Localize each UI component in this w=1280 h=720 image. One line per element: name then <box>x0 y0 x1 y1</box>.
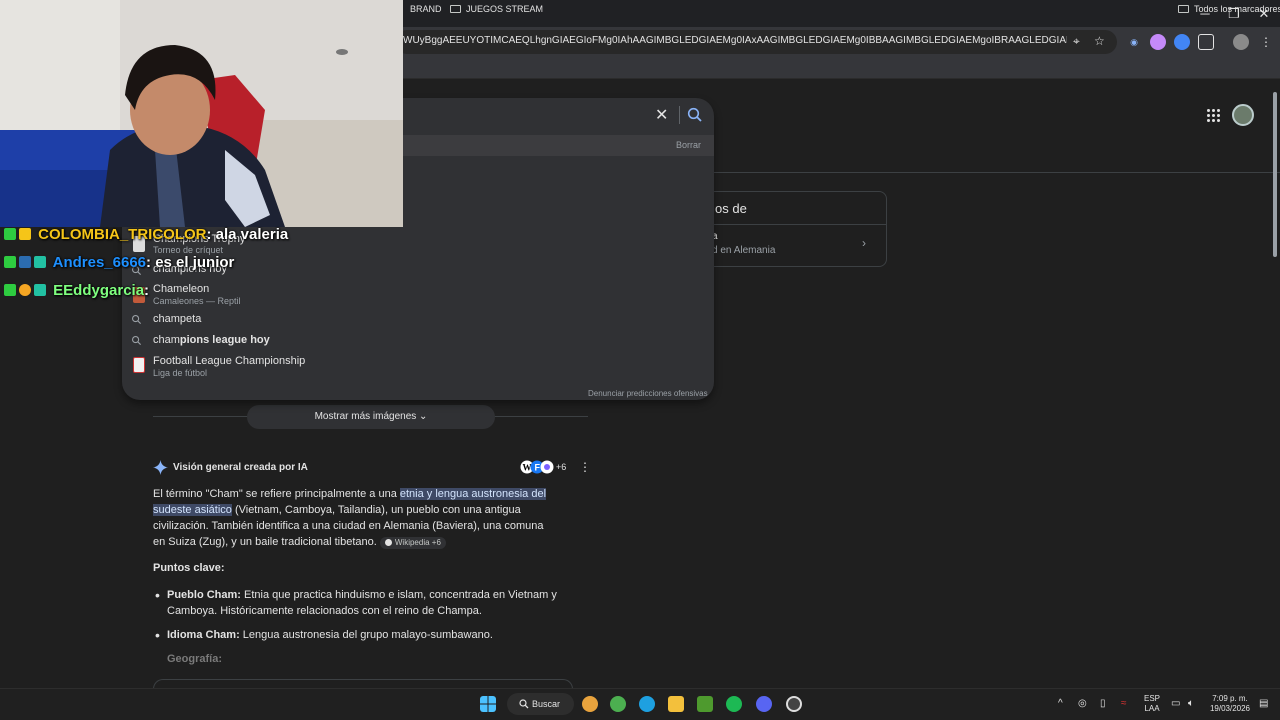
chat-text: : es el junior <box>146 254 235 271</box>
chrome-icon[interactable] <box>582 696 598 712</box>
location-icon[interactable]: ⌖ <box>1073 34 1080 49</box>
source-icons[interactable]: W F <box>520 460 560 474</box>
key-points-title: Puntos clave: <box>153 562 225 574</box>
list-item: Geografía: <box>167 653 223 665</box>
suggestion-item[interactable]: champeta <box>153 313 201 325</box>
chat-message: Andres_6666: es el junior <box>4 254 234 271</box>
crown-icon <box>19 228 31 240</box>
chat-username: COLOMBIA_TRICOLOR <box>38 226 207 243</box>
file-explorer-icon[interactable] <box>668 696 684 712</box>
chat-badge-icon <box>19 256 31 268</box>
audio-device-icon[interactable]: ≈ <box>1121 698 1127 709</box>
chat-badge-icon <box>34 284 46 296</box>
volume-icon[interactable]: 🔈︎ <box>1188 698 1194 709</box>
more-options-icon[interactable]: ⋮ <box>579 460 591 474</box>
suggestion-item[interactable]: champions league hoy <box>153 334 270 346</box>
puzzle-icon[interactable] <box>1198 34 1214 50</box>
chevron-down-icon: ⌄ <box>419 411 428 422</box>
google-apps-icon[interactable] <box>1207 109 1221 123</box>
menu-icon[interactable]: ⋮ <box>1258 34 1274 50</box>
obs-icon[interactable] <box>786 696 802 712</box>
extension-icon[interactable] <box>1150 34 1166 50</box>
chat-text: : ala valeria <box>206 226 289 243</box>
bookmark-juegos-stream[interactable]: JUEGOS STREAM <box>450 4 543 14</box>
chat-message: COLOMBIA_TRICOLOR: ala valeria <box>4 226 288 243</box>
search-icon[interactable] <box>686 106 704 124</box>
chevron-up-icon[interactable]: ^ <box>1058 698 1063 709</box>
minecraft-icon[interactable] <box>697 696 713 712</box>
svg-text:W: W <box>523 463 532 473</box>
ai-sparkle-icon <box>153 460 168 475</box>
bullet: • <box>155 627 160 643</box>
chrome-icon[interactable] <box>610 696 626 712</box>
scrollbar[interactable] <box>1273 92 1277 257</box>
ai-overview-title: Visión general creada por IA <box>173 462 308 473</box>
address-bar[interactable]: WUyBggAEEUYOTIMCAEQLhgnGIAEGIoFMg0IAhAAG… <box>395 30 1117 54</box>
usb-icon[interactable]: ▯ <box>1100 698 1106 709</box>
edge-icon[interactable] <box>639 696 655 712</box>
spotify-icon[interactable] <box>726 696 742 712</box>
source-count: +6 <box>556 462 567 472</box>
account-avatar[interactable] <box>1232 104 1254 126</box>
suggestion-subtitle: Liga de fútbol <box>153 368 208 378</box>
source-chip[interactable]: Wikipedia +6 <box>379 537 446 549</box>
all-bookmarks[interactable]: Todos los marcadores <box>1178 4 1280 14</box>
list-item: Idioma Cham: Lengua austronesia del grup… <box>167 629 493 641</box>
chat-text: : <box>144 282 150 299</box>
bullet: • <box>155 587 160 603</box>
url-text: WUyBggAEEUYOTIMCAEQLhgnGIAEGIoFMg0IAhAAG… <box>403 35 1067 46</box>
audio-icon[interactable]: ◉ <box>1126 34 1142 50</box>
search-icon <box>132 315 142 325</box>
bookmark-brand[interactable]: BRAND <box>410 4 442 14</box>
screen: { "browser": { "url": "WUyBggAEEUYOTIMCA… <box>0 0 1280 720</box>
list-item: Pueblo Cham: Etnia que practica hinduism… <box>167 589 557 617</box>
suggestion-item[interactable]: Chameleon <box>153 283 209 295</box>
discord-icon[interactable] <box>756 696 772 712</box>
chat-message: EEddygarcia: <box>4 282 149 299</box>
monitor-icon[interactable]: ▭ <box>1171 698 1180 709</box>
chat-badge-icon <box>4 256 16 268</box>
svg-text:F: F <box>535 463 541 473</box>
webcam-image <box>0 0 403 227</box>
chat-badge-icon <box>34 256 46 268</box>
chat-username: Andres_6666 <box>52 254 147 271</box>
search-icon <box>519 699 529 709</box>
language-indicator[interactable]: ESP LAA <box>1143 694 1161 714</box>
divider <box>679 106 680 124</box>
network-icon[interactable]: ◎ <box>1078 698 1087 709</box>
wikipedia-icon <box>384 539 392 546</box>
report-predictions-link[interactable]: Denunciar predicciones ofensivas <box>588 389 708 398</box>
clear-history-button[interactable]: Borrar <box>676 140 701 150</box>
clock[interactable]: 7:09 p. m. 19/03/2026 <box>1205 694 1255 714</box>
webcam-overlay <box>0 0 403 227</box>
knowledge-panel-title: os de <box>715 201 747 216</box>
show-more-images-button[interactable]: Mostrar más imágenes ⌄ <box>247 405 495 429</box>
bookmark-star-icon[interactable]: ☆ <box>1094 34 1105 48</box>
chevron-right-icon[interactable]: › <box>862 236 866 250</box>
chat-badge-icon <box>4 228 16 240</box>
folder-icon <box>1178 5 1189 13</box>
ai-overview-paragraph: El término "Cham" se refiere principalme… <box>153 488 547 549</box>
suggestion-thumbnail <box>133 357 145 373</box>
clear-search-icon[interactable]: ✕ <box>655 105 668 125</box>
suggestion-item[interactable]: Football League Championship <box>153 355 305 367</box>
suggestion-subtitle: Camaleones — Reptil <box>153 296 241 306</box>
chat-badge-icon <box>4 284 16 296</box>
chat-badge-icon <box>19 284 31 296</box>
extension-icon[interactable] <box>1174 34 1190 50</box>
windows-start-icon[interactable] <box>480 696 496 712</box>
profile-icon[interactable] <box>1233 34 1249 50</box>
folder-icon <box>450 5 461 13</box>
chat-username: EEddygarcia <box>53 282 145 299</box>
notifications-icon[interactable]: ▤ <box>1259 698 1268 709</box>
search-icon <box>132 336 142 346</box>
knowledge-panel-line: d en Alemania <box>712 245 776 256</box>
taskbar-search[interactable]: Buscar <box>507 693 574 715</box>
